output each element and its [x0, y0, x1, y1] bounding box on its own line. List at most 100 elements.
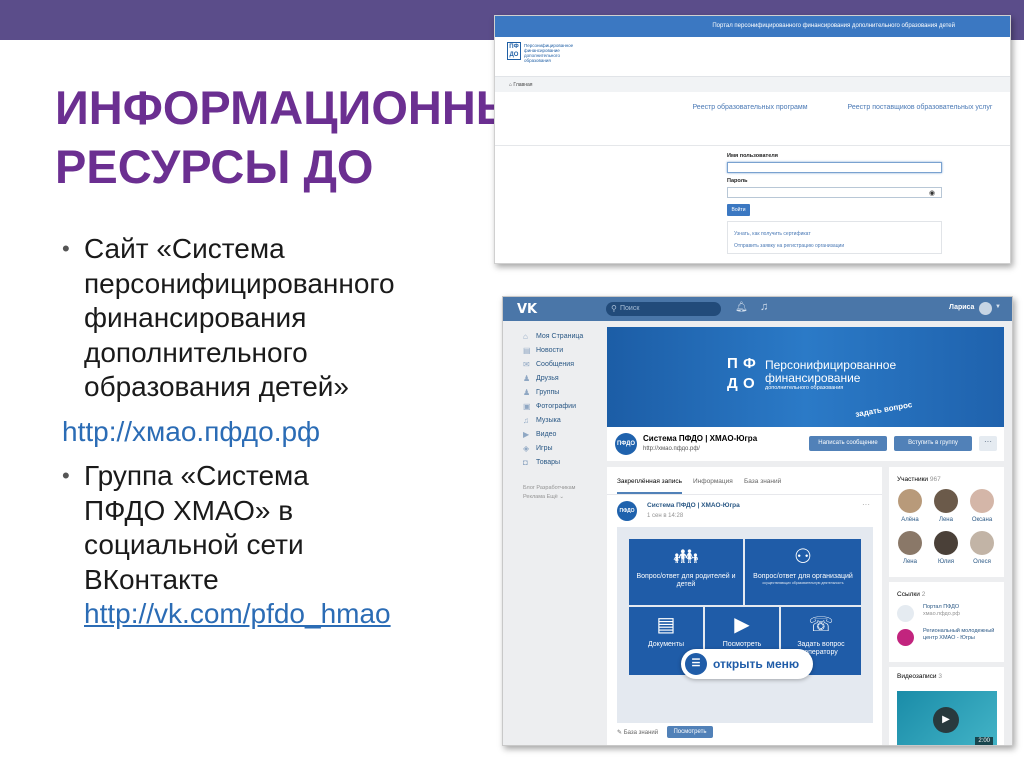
- video-icon: ▶: [523, 429, 530, 439]
- link-title: Портал ПФДО: [923, 604, 960, 610]
- post-author-avatar[interactable]: ПФДО: [617, 501, 637, 521]
- play-icon[interactable]: ▶: [933, 707, 959, 733]
- chevron-down-icon[interactable]: ▼: [995, 304, 1001, 310]
- portal-links-box: Узнать, как получить сертификат Отправит…: [727, 221, 942, 254]
- menu-item-photos[interactable]: ▣ Фотографии: [523, 399, 603, 413]
- music-icon[interactable]: ♫: [760, 301, 768, 313]
- password-input[interactable]: [727, 187, 942, 198]
- username-input[interactable]: [727, 162, 942, 173]
- menu-item-groups[interactable]: ♟ Группы: [523, 385, 603, 399]
- member[interactable]: Лена: [931, 489, 961, 523]
- org-chart-icon: ⚇: [794, 546, 812, 568]
- show-password-icon[interactable]: ◉: [929, 189, 935, 197]
- post-author[interactable]: Система ПФДО | ХМАО-Югра: [647, 502, 740, 509]
- avatar[interactable]: [979, 302, 992, 315]
- member[interactable]: Юлия: [931, 531, 961, 565]
- tab-pinned[interactable]: Закреплённая запись: [617, 478, 683, 494]
- bullet-1-line: дополнительного: [84, 336, 308, 368]
- friends-icon: ♟: [523, 373, 531, 383]
- tile-organizations[interactable]: ⚇ Вопрос/ответ для организаций осуществл…: [745, 539, 861, 605]
- cert-link[interactable]: Узнать, как получить сертификат: [734, 228, 941, 240]
- portal-logo[interactable]: ПФ ДО Персонифицированное финансирование…: [507, 42, 577, 68]
- videos-title[interactable]: Видеозаписи 3: [889, 667, 1004, 680]
- link-item-youth-center[interactable]: Региональный молодежный центр ХМАО - Югр…: [897, 628, 997, 646]
- group-avatar[interactable]: ПФДО: [615, 433, 637, 455]
- links-title[interactable]: Ссылки 2: [889, 582, 1004, 598]
- breadcrumb-home[interactable]: Главная: [513, 82, 532, 88]
- vk-group-link[interactable]: http://vk.com/pfdo_hmao: [84, 597, 492, 632]
- bell-icon[interactable]: 🔔︎: [735, 302, 748, 313]
- link-icon: [897, 605, 914, 622]
- menu-label: Видео: [536, 430, 557, 438]
- menu-item-my-page[interactable]: ⌂ Моя Страница: [523, 329, 603, 343]
- photos-icon: ▣: [523, 401, 531, 411]
- post-menu-icon[interactable]: ···: [862, 500, 870, 509]
- nav-providers[interactable]: Реестр поставщиков образовательных услуг: [845, 104, 995, 111]
- link-item-portal[interactable]: Портал ПФДО хмао.пфдо.рф: [897, 604, 997, 622]
- cover-title-line: финансирование: [765, 371, 861, 385]
- bullet-1-line: образования детей»: [84, 371, 349, 402]
- footer-line[interactable]: Реклама Ещё ⌄: [523, 493, 598, 502]
- avatar: [970, 489, 994, 513]
- menu-item-music[interactable]: ♫ Музыка: [523, 413, 603, 427]
- avatar: [898, 531, 922, 555]
- cover-title: Персонифицированное финансирование: [765, 359, 896, 385]
- username-label: Имя пользователя: [727, 153, 778, 159]
- post-image[interactable]: 👪︎ Вопрос/ответ для родителей и детей ⚇ …: [617, 527, 873, 723]
- group-url[interactable]: http://хмао.пфдо.рф/: [643, 446, 700, 452]
- link-icon: [897, 629, 914, 646]
- member[interactable]: Оксана: [967, 489, 997, 523]
- menu-item-goods[interactable]: ◘ Товары: [523, 455, 603, 469]
- vk-logo[interactable]: VK: [517, 302, 537, 317]
- cover-ask-question[interactable]: задать вопрос: [855, 400, 913, 419]
- menu-icon: ☰: [685, 653, 707, 675]
- send-message-button[interactable]: Написать сообщение: [809, 436, 887, 451]
- site-link[interactable]: http://хмао.пфдо.рф: [62, 415, 492, 450]
- video-icon: ▶: [734, 614, 750, 636]
- member[interactable]: Лена: [895, 531, 925, 565]
- document-icon: ▤: [656, 614, 676, 636]
- cover-subtitle: дополнительного образования: [765, 385, 844, 391]
- tab-knowledge[interactable]: База знаний: [744, 478, 781, 485]
- vk-left-menu: ⌂ Моя Страница ▤ Новости ✉ Сообщения ♟ Друзь…: [523, 329, 603, 469]
- tile-label: Посмотреть: [722, 641, 762, 648]
- logo-letter: Д: [727, 375, 738, 392]
- member-name: Лена: [903, 559, 917, 565]
- menu-item-news[interactable]: ▤ Новости: [523, 343, 603, 357]
- group-wall: Закреплённая запись Информация База знан…: [607, 467, 882, 745]
- knowledge-label[interactable]: База знаний: [624, 730, 658, 736]
- login-button[interactable]: Войти: [727, 204, 750, 216]
- vk-footer-links: Блог Разработчикам Реклама Ещё ⌄: [523, 484, 598, 502]
- member[interactable]: Олеся: [967, 531, 997, 565]
- videos-title-label: Видеозаписи: [897, 673, 937, 680]
- portal-header: Портал персонифицированного финансирован…: [495, 16, 1010, 37]
- vk-user-name[interactable]: Лариса: [949, 304, 974, 311]
- video-thumbnail[interactable]: ▶ 2:00: [897, 691, 997, 745]
- bullet-2-line: ВКонтакте: [84, 563, 219, 595]
- footer-line[interactable]: Блог Разработчикам: [523, 484, 598, 493]
- more-options-button[interactable]: ···: [979, 436, 997, 451]
- members-block: Участники 967 Алёна Лена Оксана Лена Юли…: [889, 467, 1004, 577]
- avatar: [934, 489, 958, 513]
- nav-programs[interactable]: Реестр образовательных программ: [680, 104, 820, 111]
- bullet-2-line: ПФДО ХМАО» в: [84, 494, 294, 526]
- menu-item-video[interactable]: ▶ Видео: [523, 427, 603, 441]
- pfdo-logo: П Ф Д О: [725, 355, 765, 395]
- search-icon: ⚲: [611, 304, 617, 313]
- join-group-button[interactable]: Вступить в группу: [894, 436, 972, 451]
- games-icon: ◈: [523, 443, 530, 453]
- menu-item-games[interactable]: ◈ Игры: [523, 441, 603, 455]
- menu-item-friends[interactable]: ♟ Друзья: [523, 371, 603, 385]
- avatar: [934, 531, 958, 555]
- view-button[interactable]: Посмотреть: [667, 726, 713, 738]
- group-name: Система ПФДО | ХМАО-Югра: [643, 434, 758, 443]
- open-menu-button[interactable]: ☰ открыть меню: [681, 649, 813, 679]
- member[interactable]: Алёна: [895, 489, 925, 523]
- menu-item-messages[interactable]: ✉ Сообщения: [523, 357, 603, 371]
- members-title[interactable]: Участники 967: [889, 467, 1004, 483]
- tab-info[interactable]: Информация: [693, 478, 733, 485]
- tile-parents[interactable]: 👪︎ Вопрос/ответ для родителей и детей: [629, 539, 743, 605]
- register-link[interactable]: Отправить заявку на регистрацию организа…: [734, 240, 941, 252]
- headset-icon: ☏: [808, 614, 834, 636]
- vk-search-input[interactable]: ⚲ Поиск: [606, 302, 721, 316]
